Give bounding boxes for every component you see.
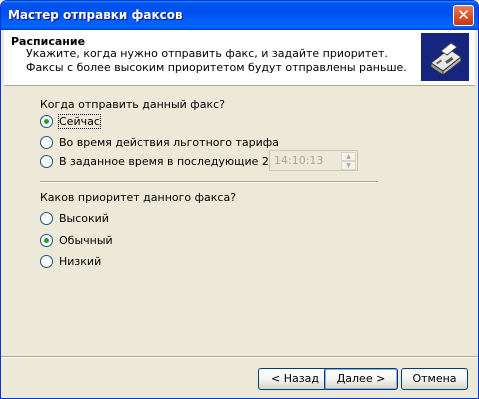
wizard-header: Расписание Укажите, когда нужно отправит…	[4, 30, 475, 86]
radio-priority-low[interactable]: Низкий	[40, 253, 101, 269]
header-description-line-2: Факсы с более высоким приоритетом будут …	[26, 61, 407, 74]
radio-priority-normal[interactable]: Обычный	[40, 232, 113, 248]
close-button[interactable]: ✕	[453, 5, 474, 26]
radio-button-icon[interactable]	[40, 135, 53, 149]
radio-priority-high-label: Высокий	[59, 211, 109, 225]
spin-up-button[interactable]: ▲	[341, 152, 356, 161]
radio-priority-normal-label: Обычный	[59, 233, 113, 247]
section-divider	[40, 181, 378, 183]
back-button[interactable]: < Назад	[258, 368, 332, 390]
radio-button-icon[interactable]	[40, 114, 53, 128]
window-title: Мастер отправки факсов	[8, 8, 183, 22]
radio-discount-rate[interactable]: Во время действия льготного тарифа	[40, 134, 279, 150]
priority-question-label: Каков приоритет данного факса?	[40, 191, 237, 204]
radio-button-icon[interactable]	[40, 154, 53, 168]
radio-button-icon[interactable]	[40, 233, 53, 247]
footer-divider	[1, 356, 478, 358]
cancel-button[interactable]: Отмена	[401, 368, 468, 390]
radio-button-icon[interactable]	[40, 211, 53, 225]
next-button[interactable]: Далее >	[324, 368, 398, 390]
fax-machine-icon	[421, 33, 469, 81]
radio-priority-low-label: Низкий	[59, 254, 102, 268]
radio-discount-rate-label: Во время действия льготного тарифа	[59, 135, 279, 149]
spin-down-button[interactable]: ▼	[341, 161, 356, 170]
radio-send-now[interactable]: Сейчас	[40, 113, 101, 129]
header-description-line-1: Укажите, когда нужно отправить факс, и з…	[26, 47, 388, 60]
close-icon: ✕	[457, 6, 470, 24]
when-question-label: Когда отправить данный факс?	[40, 98, 225, 111]
fax-wizard-window: Мастер отправки факсов ✕ Расписание Укаж…	[0, 0, 479, 399]
radio-priority-high[interactable]: Высокий	[40, 210, 109, 226]
title-bar[interactable]: Мастер отправки факсов ✕	[1, 1, 478, 30]
time-picker-field[interactable]: 14:10:13 ▲ ▼	[269, 150, 358, 171]
time-value: 14:10:13	[274, 154, 324, 167]
chevron-up-icon: ▲	[346, 153, 351, 160]
chevron-down-icon: ▼	[346, 162, 351, 169]
radio-send-now-label: Сейчас	[58, 113, 101, 129]
radio-button-icon[interactable]	[40, 254, 53, 268]
